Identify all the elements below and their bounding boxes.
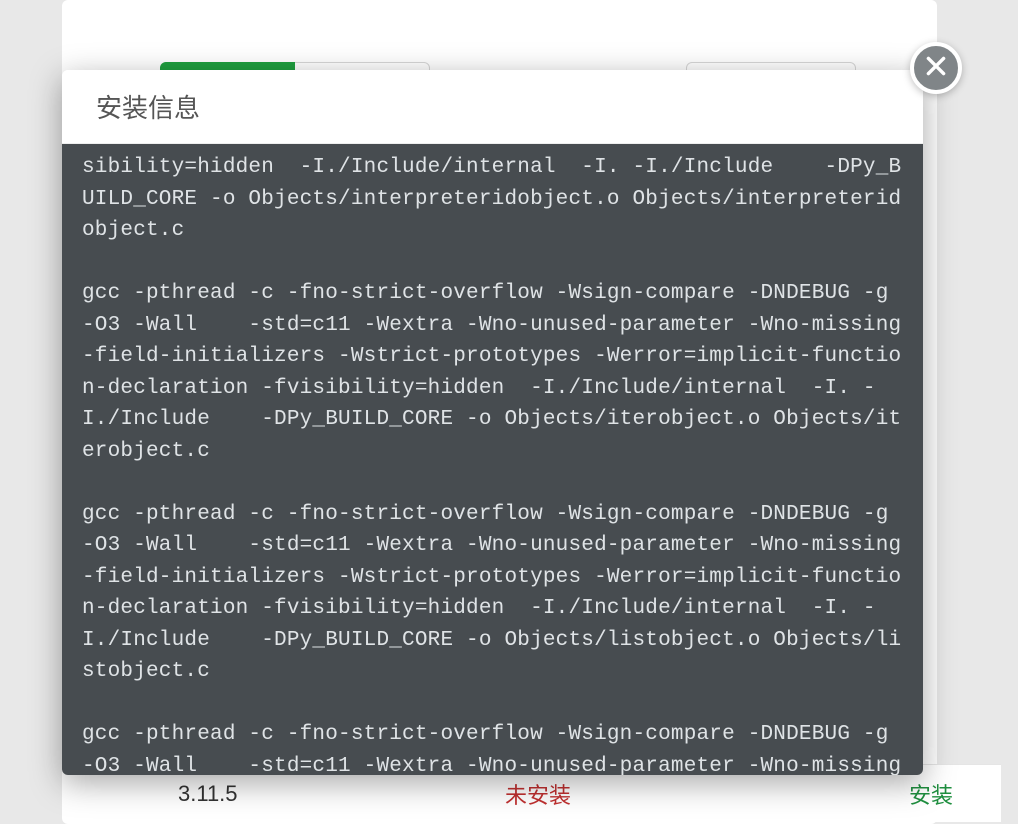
row-version: 3.11.5 [178,781,238,807]
row-status: 未安装 [505,778,571,810]
close-button[interactable] [910,42,962,94]
close-icon [923,53,949,84]
install-info-modal: 安装信息 sibility=hidden -I./Include/interna… [62,70,923,775]
modal-title: 安装信息 [96,88,200,125]
modal-header: 安装信息 [62,70,923,144]
scrollbar-track [909,214,923,775]
log-text: sibility=hidden -I./Include/internal -I.… [82,152,903,775]
modal-log-output[interactable]: sibility=hidden -I./Include/internal -I.… [62,144,923,775]
row-install-link[interactable]: 安装 [909,778,953,810]
